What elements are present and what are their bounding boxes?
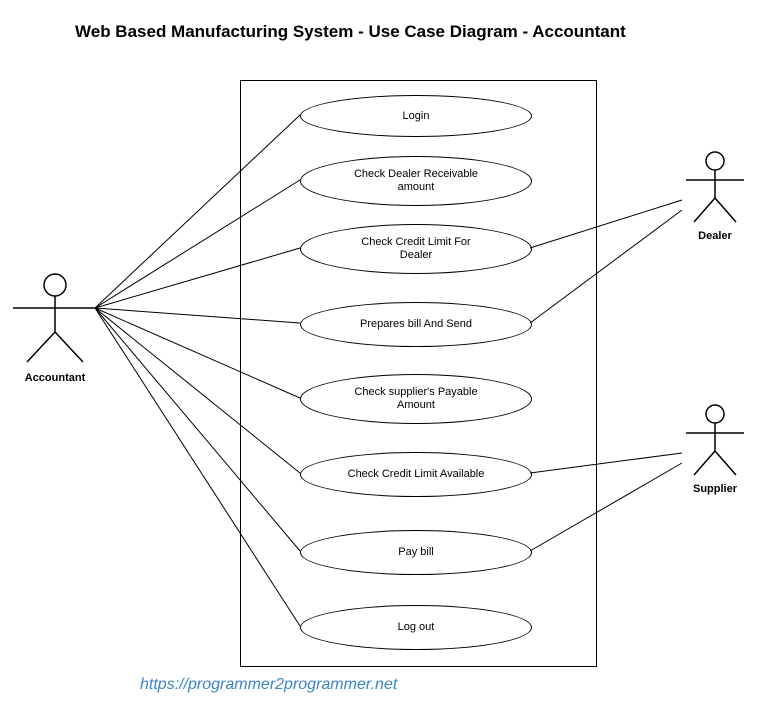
actor-dealer: Dealer: [680, 150, 750, 242]
usecase-label: Prepares bill And Send: [360, 318, 472, 331]
usecase-pay-bill: Pay bill: [300, 530, 532, 575]
usecase-check-credit-limit-dealer: Check Credit Limit ForDealer: [300, 224, 532, 274]
stick-figure-icon: [5, 270, 105, 370]
footer-url: https://programmer2programmer.net: [140, 676, 397, 694]
stick-figure-icon: [680, 403, 750, 481]
usecase-label: Login: [403, 110, 430, 123]
diagram-title: Web Based Manufacturing System - Use Cas…: [75, 22, 626, 42]
actor-label: Dealer: [680, 230, 750, 242]
actor-label: Accountant: [5, 372, 105, 384]
actor-label: Supplier: [680, 483, 750, 495]
usecase-label: Check supplier's PayableAmount: [354, 386, 477, 411]
usecase-check-credit-limit-available: Check Credit Limit Available: [300, 452, 532, 497]
usecase-log-out: Log out: [300, 605, 532, 650]
usecase-label: Check Credit Limit ForDealer: [361, 236, 470, 261]
stick-figure-icon: [680, 150, 750, 228]
actor-supplier: Supplier: [680, 403, 750, 495]
usecase-label: Log out: [398, 621, 435, 634]
usecase-label: Check Credit Limit Available: [348, 468, 485, 481]
usecase-check-dealer-receivable: Check Dealer Receivableamount: [300, 156, 532, 206]
usecase-check-supplier-payable: Check supplier's PayableAmount: [300, 374, 532, 424]
usecase-login: Login: [300, 95, 532, 137]
actor-accountant: Accountant: [5, 270, 105, 384]
usecase-prepares-bill: Prepares bill And Send: [300, 302, 532, 347]
usecase-label: Pay bill: [398, 546, 433, 559]
usecase-label: Check Dealer Receivableamount: [354, 168, 478, 193]
